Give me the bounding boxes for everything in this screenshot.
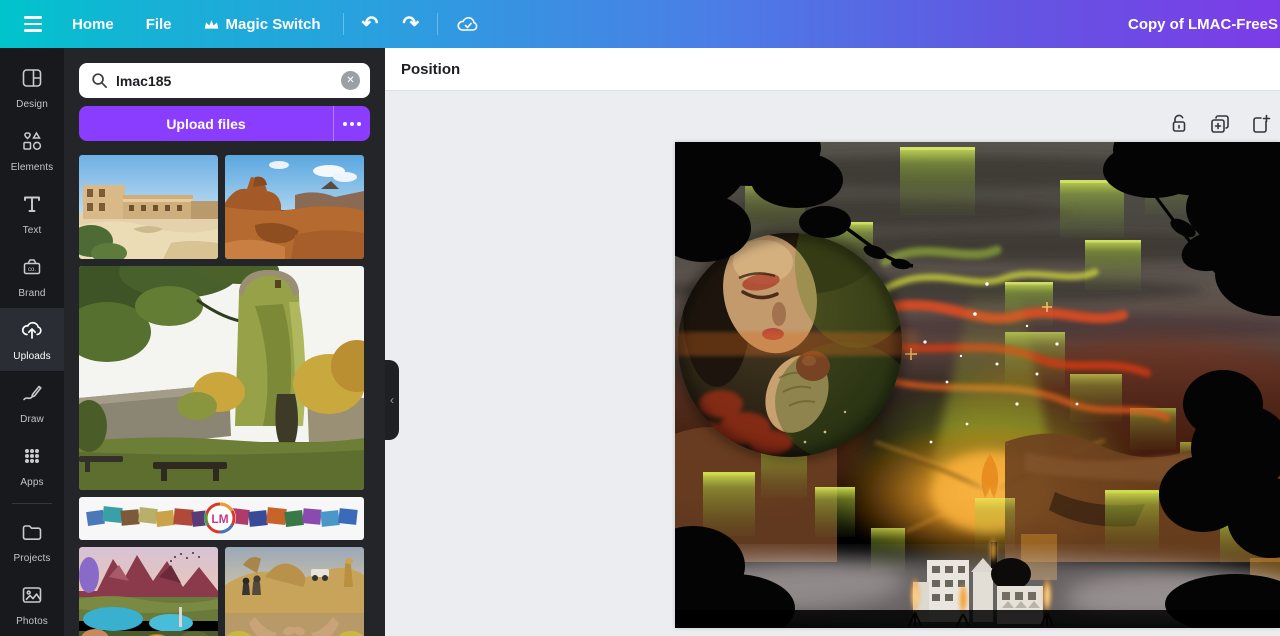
- canva-app: Home File Magic Switch ↶ ↷ Copy of LMAC-…: [0, 0, 1280, 636]
- uploads-grid: LM: [79, 155, 370, 636]
- photos-icon: [20, 583, 44, 612]
- brand-icon: co.: [20, 255, 44, 284]
- beach-resort-photo: [79, 155, 218, 259]
- home-label: Home: [72, 15, 114, 33]
- canvas-page[interactable]: [675, 142, 1280, 628]
- projects-icon: [20, 520, 44, 549]
- sidebar-item-label: Apps: [20, 476, 44, 488]
- page-controls: [1166, 111, 1274, 137]
- file-button[interactable]: File: [134, 10, 184, 39]
- text-icon: [20, 192, 44, 221]
- thumbnail-beach-resort[interactable]: [79, 155, 218, 259]
- upload-button-group: Upload files: [79, 106, 370, 141]
- apps-icon: [20, 444, 44, 473]
- design-icon: [20, 66, 44, 95]
- sidebar-item-label: Text: [22, 224, 42, 236]
- hamburger-icon[interactable]: [14, 10, 52, 37]
- sidebar-item-design[interactable]: Design: [0, 56, 64, 119]
- clear-icon[interactable]: ✕: [341, 71, 360, 90]
- document-title[interactable]: Copy of LMAC-FreeS: [1128, 0, 1280, 48]
- thumbnail-surreal-mountain-collage[interactable]: [79, 547, 218, 636]
- search-input[interactable]: [116, 72, 333, 89]
- add-page-button[interactable]: [1248, 111, 1274, 137]
- sidebar-item-draw[interactable]: Draw: [0, 371, 64, 434]
- uploads-panel: ✕ Upload files: [64, 48, 385, 636]
- surreal-desert-collage: [225, 547, 364, 636]
- svg-text:LM: LM: [211, 512, 228, 526]
- elements-icon: [20, 129, 44, 158]
- lock-icon: [1172, 114, 1186, 132]
- crown-icon: [204, 18, 219, 31]
- redo-button[interactable]: ↷: [394, 8, 427, 40]
- magic-switch-label: Magic Switch: [225, 15, 321, 33]
- sidebar-item-label: Photos: [16, 615, 48, 627]
- undo-icon: ↶: [361, 13, 379, 35]
- desert-rocks-photo: [225, 155, 364, 259]
- workspace: ‹: [385, 91, 1280, 636]
- editor-area: Position ‹: [385, 48, 1280, 636]
- thumbnail-lmac-banner[interactable]: LM: [79, 497, 364, 540]
- sidebar-item-label: Elements: [10, 161, 54, 173]
- sidebar-item-photos[interactable]: Photos: [0, 573, 64, 636]
- upload-files-label: Upload files: [166, 115, 246, 132]
- divider: [12, 503, 52, 504]
- uploads-icon: [20, 318, 44, 347]
- magic-switch-button[interactable]: Magic Switch: [192, 10, 333, 39]
- upload-more-button[interactable]: [333, 106, 370, 141]
- surreal-mountain-collage: [79, 547, 218, 636]
- divider: [342, 13, 344, 35]
- side-navigation: Design Elements Text co. Brand Uploads D…: [0, 48, 64, 636]
- divider: [437, 13, 439, 35]
- lmac-collage-banner: LM: [79, 497, 364, 540]
- add-page-icon: [1253, 114, 1271, 133]
- sidebar-item-uploads[interactable]: Uploads: [0, 308, 64, 371]
- thumbnail-desert-rocks[interactable]: [225, 155, 364, 259]
- cloud-check-icon: [456, 14, 480, 34]
- draw-icon: [20, 381, 44, 410]
- sidebar-item-label: Brand: [18, 287, 46, 299]
- search-icon: [91, 72, 108, 89]
- file-label: File: [145, 15, 172, 33]
- sidebar-item-elements[interactable]: Elements: [0, 119, 64, 182]
- svg-text:co.: co.: [28, 266, 36, 272]
- thumbnail-surreal-desert-collage[interactable]: [225, 547, 364, 636]
- castle-tower-photo: [79, 266, 364, 490]
- thumbnail-castle-tower[interactable]: [79, 266, 364, 490]
- duplicate-page-button[interactable]: [1207, 111, 1233, 137]
- surreal-dusk-artwork: [675, 142, 1280, 628]
- upload-files-button[interactable]: Upload files: [79, 106, 333, 141]
- redo-icon: ↷: [402, 13, 420, 35]
- sidebar-item-label: Uploads: [13, 350, 51, 362]
- search-box: ✕: [79, 63, 370, 98]
- context-toolbar: Position: [385, 48, 1280, 91]
- lock-button[interactable]: [1166, 111, 1192, 137]
- home-button[interactable]: Home: [60, 10, 126, 39]
- sidebar-item-label: Design: [16, 98, 48, 110]
- duplicate-icon: [1211, 115, 1229, 133]
- top-menu-bar: Home File Magic Switch ↶ ↷ Copy of LMAC-…: [0, 0, 1280, 48]
- sidebar-item-brand[interactable]: co. Brand: [0, 245, 64, 308]
- sidebar-item-apps[interactable]: Apps: [0, 434, 64, 497]
- hide-panel-tab[interactable]: ‹: [385, 360, 399, 440]
- sidebar-item-projects[interactable]: Projects: [0, 510, 64, 573]
- sidebar-item-label: Draw: [20, 413, 44, 425]
- ellipsis-icon: [343, 121, 347, 126]
- position-button[interactable]: Position: [401, 61, 460, 78]
- chevron-left-icon: ‹: [390, 393, 394, 407]
- save-status-button[interactable]: [448, 8, 488, 40]
- sidebar-item-text[interactable]: Text: [0, 182, 64, 245]
- undo-button[interactable]: ↶: [354, 8, 387, 40]
- sidebar-item-label: Projects: [13, 552, 51, 564]
